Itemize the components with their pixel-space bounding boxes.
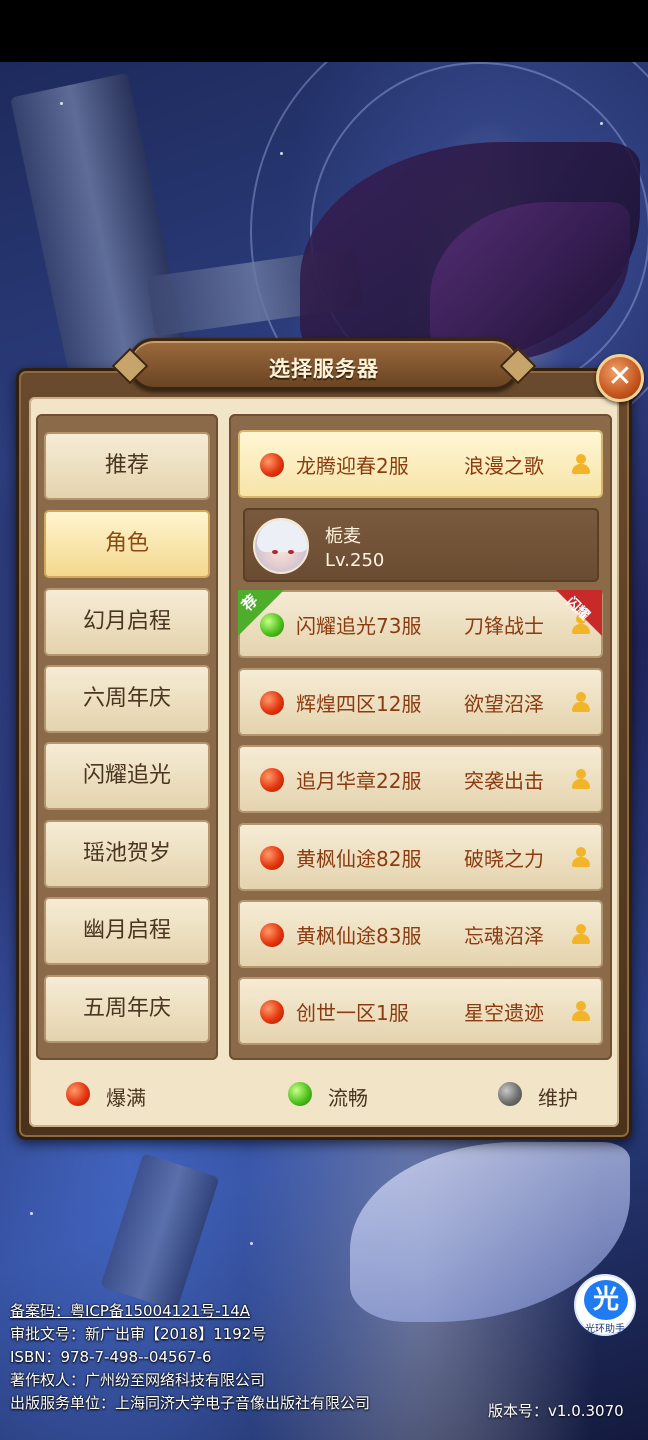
server-row[interactable]: 黄枫仙途83服 忘魂沼泽 bbox=[238, 900, 603, 968]
status-bar bbox=[0, 0, 648, 62]
status-dot-full bbox=[260, 768, 284, 792]
close-button[interactable]: ✕ bbox=[596, 354, 644, 402]
character-name: 破晓之力 bbox=[464, 847, 544, 871]
tab-recommended[interactable]: 推荐 bbox=[44, 432, 210, 500]
person-icon bbox=[571, 692, 591, 714]
tab-yaochi-hesui[interactable]: 瑶池贺岁 bbox=[44, 820, 210, 888]
character-name: 星空遗迹 bbox=[464, 1001, 544, 1025]
dialog-title-plaque: 选择服务器 bbox=[128, 338, 520, 390]
server-name: 黄枫仙途82服 bbox=[296, 847, 422, 871]
status-dot-full bbox=[260, 923, 284, 947]
approval-number: 审批文号：新广出审【2018】1192号 bbox=[10, 1325, 267, 1343]
server-row[interactable]: 追月华章22服 突袭出击 bbox=[238, 745, 603, 813]
version-number: 版本号：v1.0.3070 bbox=[488, 1402, 624, 1420]
character-name: 欲望沼泽 bbox=[464, 692, 544, 716]
character-name: 忘魂沼泽 bbox=[464, 924, 544, 948]
tab-huanyue-qicheng[interactable]: 幻月启程 bbox=[44, 588, 210, 656]
server-row[interactable]: 闪耀追光73服 刀锋战士 bbox=[238, 590, 603, 658]
person-icon bbox=[571, 769, 591, 791]
guanghuan-helper-logo[interactable]: 光 光环助手 bbox=[574, 1274, 636, 1336]
server-row[interactable]: 龙腾迎春2服 浪漫之歌 bbox=[238, 430, 603, 498]
status-dot-full bbox=[260, 1000, 284, 1024]
server-row[interactable]: 辉煌四区12服 欲望沼泽 bbox=[238, 668, 603, 736]
server-row[interactable]: 创世一区1服 星空遗迹 bbox=[238, 977, 603, 1045]
character-level: Lv.250 bbox=[325, 550, 385, 571]
icp-link[interactable]: 备案码：粤ICP备15004121号-14A bbox=[10, 1300, 370, 1323]
helper-logo-glyph: 光 bbox=[584, 1280, 628, 1320]
status-dot-full bbox=[260, 691, 284, 715]
status-dot-full bbox=[260, 453, 284, 477]
server-name: 追月华章22服 bbox=[296, 769, 422, 793]
helper-logo-caption: 光环助手 bbox=[585, 1324, 625, 1335]
server-name: 龙腾迎春2服 bbox=[296, 454, 409, 478]
status-dot-smooth bbox=[288, 1082, 312, 1106]
tab-youyue-qicheng[interactable]: 幽月启程 bbox=[44, 897, 210, 965]
tab-shanyao-zhuiguang[interactable]: 闪耀追光 bbox=[44, 742, 210, 810]
server-row[interactable]: 黄枫仙途82服 破晓之力 bbox=[238, 823, 603, 891]
person-icon bbox=[571, 1001, 591, 1023]
isbn: ISBN：978-7-498--04567-6 bbox=[10, 1348, 212, 1366]
tab-fifth-anniversary[interactable]: 五周年庆 bbox=[44, 975, 210, 1043]
person-icon bbox=[571, 847, 591, 869]
avatar bbox=[253, 518, 309, 574]
character-card-name: 栀麦 bbox=[325, 526, 361, 547]
server-name: 闪耀追光73服 bbox=[296, 614, 422, 638]
character-card[interactable]: 栀麦 Lv.250 bbox=[243, 508, 599, 582]
publisher: 出版服务单位：上海同济大学电子音像出版社有限公司 bbox=[10, 1394, 371, 1412]
legend-label: 爆满 bbox=[106, 1086, 146, 1110]
character-name: 刀锋战士 bbox=[464, 614, 544, 638]
legend-label: 维护 bbox=[538, 1086, 578, 1110]
status-dot-full bbox=[66, 1082, 90, 1106]
copyright-holder: 著作权人：广州纷至网络科技有限公司 bbox=[10, 1371, 266, 1389]
legal-footer: 备案码：粤ICP备15004121号-14A 审批文号：新广出审【2018】11… bbox=[10, 1300, 370, 1415]
status-dot-full bbox=[260, 846, 284, 870]
tab-sixth-anniversary[interactable]: 六周年庆 bbox=[44, 665, 210, 733]
dialog-title: 选择服务器 bbox=[269, 357, 379, 381]
server-name: 黄枫仙途83服 bbox=[296, 924, 422, 948]
category-tabs: 推荐 角色 幻月启程 六周年庆 闪耀追光 瑶池贺岁 幽月启程 五周年庆 bbox=[36, 414, 218, 1060]
character-name: 浪漫之歌 bbox=[464, 454, 544, 478]
person-icon bbox=[571, 924, 591, 946]
person-icon bbox=[571, 454, 591, 476]
status-dot-maintenance bbox=[498, 1082, 522, 1106]
server-name: 创世一区1服 bbox=[296, 1001, 409, 1025]
legend-label: 流畅 bbox=[328, 1086, 368, 1110]
character-name: 突袭出击 bbox=[464, 769, 544, 793]
tab-characters[interactable]: 角色 bbox=[44, 510, 210, 578]
server-name: 辉煌四区12服 bbox=[296, 692, 422, 716]
